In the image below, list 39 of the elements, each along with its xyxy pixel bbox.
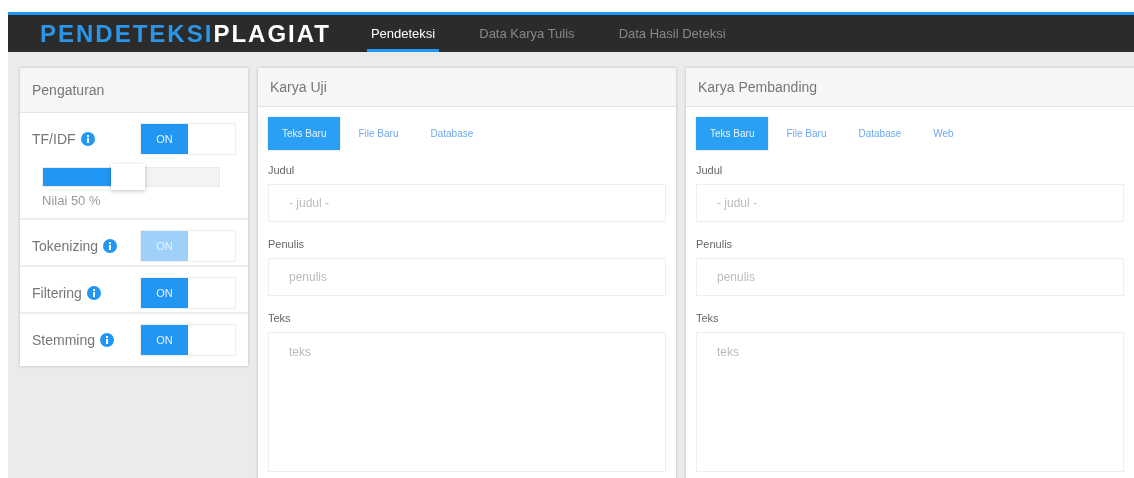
field-label: Judul: [696, 164, 724, 176]
toggle-switch[interactable]: ON: [140, 324, 236, 356]
nav-tab[interactable]: Data Hasil Deteksi: [614, 15, 730, 52]
field-label: Teks: [696, 312, 720, 324]
info-icon[interactable]: [100, 333, 115, 347]
source-tab[interactable]: File Baru: [344, 117, 413, 150]
source-tab[interactable]: Database: [416, 117, 488, 150]
source-tab[interactable]: Web: [919, 117, 968, 150]
setting-label: Filtering: [32, 285, 82, 301]
input-field[interactable]: penulis: [696, 258, 1124, 296]
field-label: Judul: [268, 164, 296, 176]
input-field[interactable]: - judul -: [696, 184, 1124, 222]
setting-label: Stemming: [32, 332, 96, 348]
text-area[interactable]: teks: [268, 332, 666, 472]
source-tab[interactable]: Teks Baru: [696, 117, 769, 150]
info-icon[interactable]: [80, 132, 95, 146]
panel-title: Karya Pembanding: [698, 79, 818, 95]
brand-logo-text: PENDETEKSI: [40, 19, 214, 47]
setting-label: TF/IDF: [32, 131, 76, 147]
source-tab[interactable]: Database: [844, 117, 916, 150]
input-field[interactable]: penulis: [268, 258, 666, 296]
setting-label: Tokenizing: [32, 238, 99, 254]
source-tab[interactable]: Teks Baru: [268, 117, 341, 150]
brand-logo-text: PLAGIAT: [213, 19, 331, 47]
field-label: Penulis: [696, 238, 734, 250]
panel-title: Pengaturan: [32, 82, 105, 98]
toggle-switch[interactable]: ON: [140, 123, 236, 155]
source-tab[interactable]: File Baru: [772, 117, 841, 150]
field-label: Teks: [268, 312, 292, 324]
text-area[interactable]: teks: [696, 332, 1124, 472]
nav-tab[interactable]: Data Karya Tulis: [475, 15, 579, 52]
info-icon[interactable]: [86, 286, 101, 300]
info-icon[interactable]: [103, 239, 118, 253]
panel-title: Karya Uji: [270, 79, 327, 95]
toggle-switch[interactable]: ON: [140, 277, 236, 309]
slider-value: Nilai 50 %: [42, 193, 102, 208]
input-field[interactable]: - judul -: [268, 184, 666, 222]
slider-handle[interactable]: [111, 164, 145, 190]
field-label: Penulis: [268, 238, 306, 250]
